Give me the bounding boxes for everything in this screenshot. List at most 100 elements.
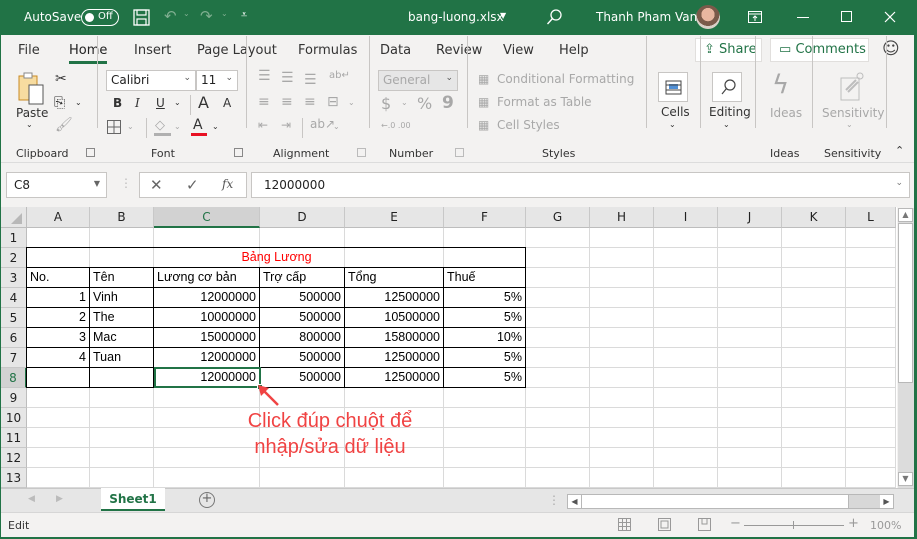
ideas-button[interactable]: Ideas	[770, 106, 802, 120]
prev-sheet-icon[interactable]: ◀	[28, 494, 35, 504]
autosave-toggle[interactable]: Off	[81, 9, 119, 26]
orientation-dropdown-icon[interactable]: ⌄	[333, 122, 340, 131]
comments-button[interactable]: ▭ Comments	[770, 38, 869, 62]
row-header-6[interactable]: 6	[1, 328, 27, 348]
horizontal-scroll-thumb[interactable]	[581, 495, 849, 508]
zoom-slider-thumb[interactable]	[793, 521, 794, 529]
confirm-entry-icon[interactable]: ✓	[186, 176, 199, 194]
column-header-b[interactable]: B	[90, 207, 154, 228]
cell-e6[interactable]: 15800000	[345, 328, 443, 348]
column-header-e[interactable]: E	[345, 207, 444, 228]
conditional-formatting-button[interactable]: Conditional Formatting	[497, 72, 634, 86]
user-name[interactable]: Thanh Pham Van	[596, 10, 697, 24]
redo-dropdown-icon[interactable]: ⌄	[221, 9, 228, 18]
close-button[interactable]	[884, 11, 896, 23]
cell-c7[interactable]: 12000000	[154, 348, 259, 368]
tab-formulas[interactable]: Formulas	[298, 43, 357, 58]
feedback-smiley-icon[interactable]: ☺	[882, 39, 900, 59]
cell-d7[interactable]: 500000	[260, 348, 344, 368]
cell-d4[interactable]: 500000	[260, 288, 344, 308]
cell-b7[interactable]: Tuan	[90, 348, 153, 368]
row-header-3[interactable]: 3	[1, 268, 27, 288]
number-launcher-icon[interactable]	[455, 148, 464, 157]
editing-label[interactable]: Editing	[709, 105, 751, 119]
horizontal-scrollbar[interactable]: ◀ ▶	[567, 494, 894, 509]
maximize-button[interactable]	[841, 11, 852, 22]
paste-icon[interactable]	[17, 72, 47, 106]
expand-formula-bar-icon[interactable]: ⌄	[895, 178, 903, 188]
decimal-buttons[interactable]: ←.0 .00	[381, 121, 411, 130]
decrease-indent-icon[interactable]: ⇤	[258, 118, 268, 132]
zoom-out-button[interactable]: −	[730, 516, 741, 531]
ribbon-display-options-icon[interactable]	[748, 11, 763, 24]
cell-e8[interactable]: 12500000	[345, 368, 443, 388]
row-header-2[interactable]: 2	[1, 248, 27, 268]
scroll-right-icon[interactable]: ▶	[880, 495, 893, 508]
font-name-select[interactable]: Calibri ⌄	[106, 70, 196, 91]
decrease-font-size-button[interactable]: A	[223, 96, 231, 110]
cell-c6[interactable]: 15000000	[154, 328, 259, 348]
undo-icon[interactable]: ↶	[164, 7, 177, 25]
cell-f8[interactable]: 5%	[444, 368, 525, 388]
vertical-scroll-thumb[interactable]	[898, 223, 913, 383]
page-layout-view-icon[interactable]	[658, 518, 672, 532]
tab-help[interactable]: Help	[559, 43, 589, 58]
tab-page-layout[interactable]: Page Layout	[197, 43, 277, 58]
cell-c4[interactable]: 12000000	[154, 288, 259, 308]
collapse-ribbon-icon[interactable]: ⌃	[895, 144, 904, 157]
column-header-d[interactable]: D	[260, 207, 345, 228]
column-header-j[interactable]: J	[718, 207, 782, 228]
tab-data[interactable]: Data	[380, 43, 411, 58]
cell-f4[interactable]: 5%	[444, 288, 525, 308]
name-box-dropdown-icon[interactable]: ▼	[94, 179, 100, 188]
row-header-13[interactable]: 13	[1, 468, 27, 488]
vertical-scrollbar[interactable]: ▲ ▼	[898, 208, 914, 490]
cancel-entry-icon[interactable]: ✕	[150, 176, 163, 194]
cell-e5[interactable]: 10500000	[345, 308, 443, 328]
editing-dropdown-icon[interactable]: ⌄	[723, 120, 730, 129]
formula-bar-grip-icon[interactable]: ⋮	[120, 176, 132, 190]
cut-icon[interactable]: ✂	[55, 71, 67, 87]
middle-align-icon[interactable]: ☰	[281, 70, 294, 86]
cell-b4[interactable]: Vinh	[90, 288, 153, 308]
filename-dropdown-icon[interactable]: ▼	[500, 11, 506, 20]
cells-label[interactable]: Cells	[661, 105, 690, 119]
selected-cell-c8[interactable]	[154, 367, 261, 388]
comma-style-button[interactable]: 9	[442, 93, 454, 113]
increase-font-size-button[interactable]: A	[198, 93, 209, 112]
column-header-a[interactable]: A	[27, 207, 90, 228]
format-as-table-button[interactable]: Format as Table	[497, 95, 592, 109]
orientation-icon[interactable]: ab↗	[310, 117, 335, 131]
minimize-button[interactable]	[797, 17, 809, 18]
cells-button[interactable]	[658, 72, 688, 102]
column-header-k[interactable]: K	[782, 207, 846, 228]
align-left-icon[interactable]: ≡	[258, 94, 270, 110]
row-header-1[interactable]: 1	[1, 228, 27, 248]
save-icon[interactable]	[133, 9, 150, 26]
editing-button[interactable]	[712, 72, 742, 102]
row-header-7[interactable]: 7	[1, 348, 27, 368]
zoom-slider[interactable]	[744, 525, 844, 526]
column-header-h[interactable]: H	[590, 207, 654, 228]
formula-input[interactable]: 12000000 ⌄	[251, 172, 910, 198]
increase-indent-icon[interactable]: ⇥	[281, 118, 291, 132]
cell-c3[interactable]: Lương cơ bản	[154, 268, 259, 288]
cell-a5[interactable]: 2	[27, 308, 89, 328]
page-break-view-icon[interactable]	[698, 518, 712, 532]
row-header-4[interactable]: 4	[1, 288, 27, 308]
cell-b3[interactable]: Tên	[90, 268, 153, 288]
normal-view-icon[interactable]	[618, 518, 632, 532]
column-header-l[interactable]: L	[846, 207, 896, 228]
underline-dropdown-icon[interactable]: ⌄	[174, 98, 181, 107]
font-color-dropdown-icon[interactable]: ⌄	[212, 122, 219, 131]
scroll-down-icon[interactable]: ▼	[898, 472, 913, 486]
sensitivity-icon[interactable]	[838, 70, 866, 102]
customize-toolbar-icon[interactable]: ⩡	[241, 8, 247, 22]
row-header-12[interactable]: 12	[1, 448, 27, 468]
cell-f5[interactable]: 5%	[444, 308, 525, 328]
add-sheet-button[interactable]: +	[199, 492, 215, 508]
paste-label[interactable]: Paste	[16, 106, 48, 120]
copy-dropdown-icon[interactable]: ⌄	[75, 98, 82, 107]
borders-icon[interactable]	[107, 120, 122, 135]
tab-split-grip-icon[interactable]: ⋮	[548, 493, 560, 507]
